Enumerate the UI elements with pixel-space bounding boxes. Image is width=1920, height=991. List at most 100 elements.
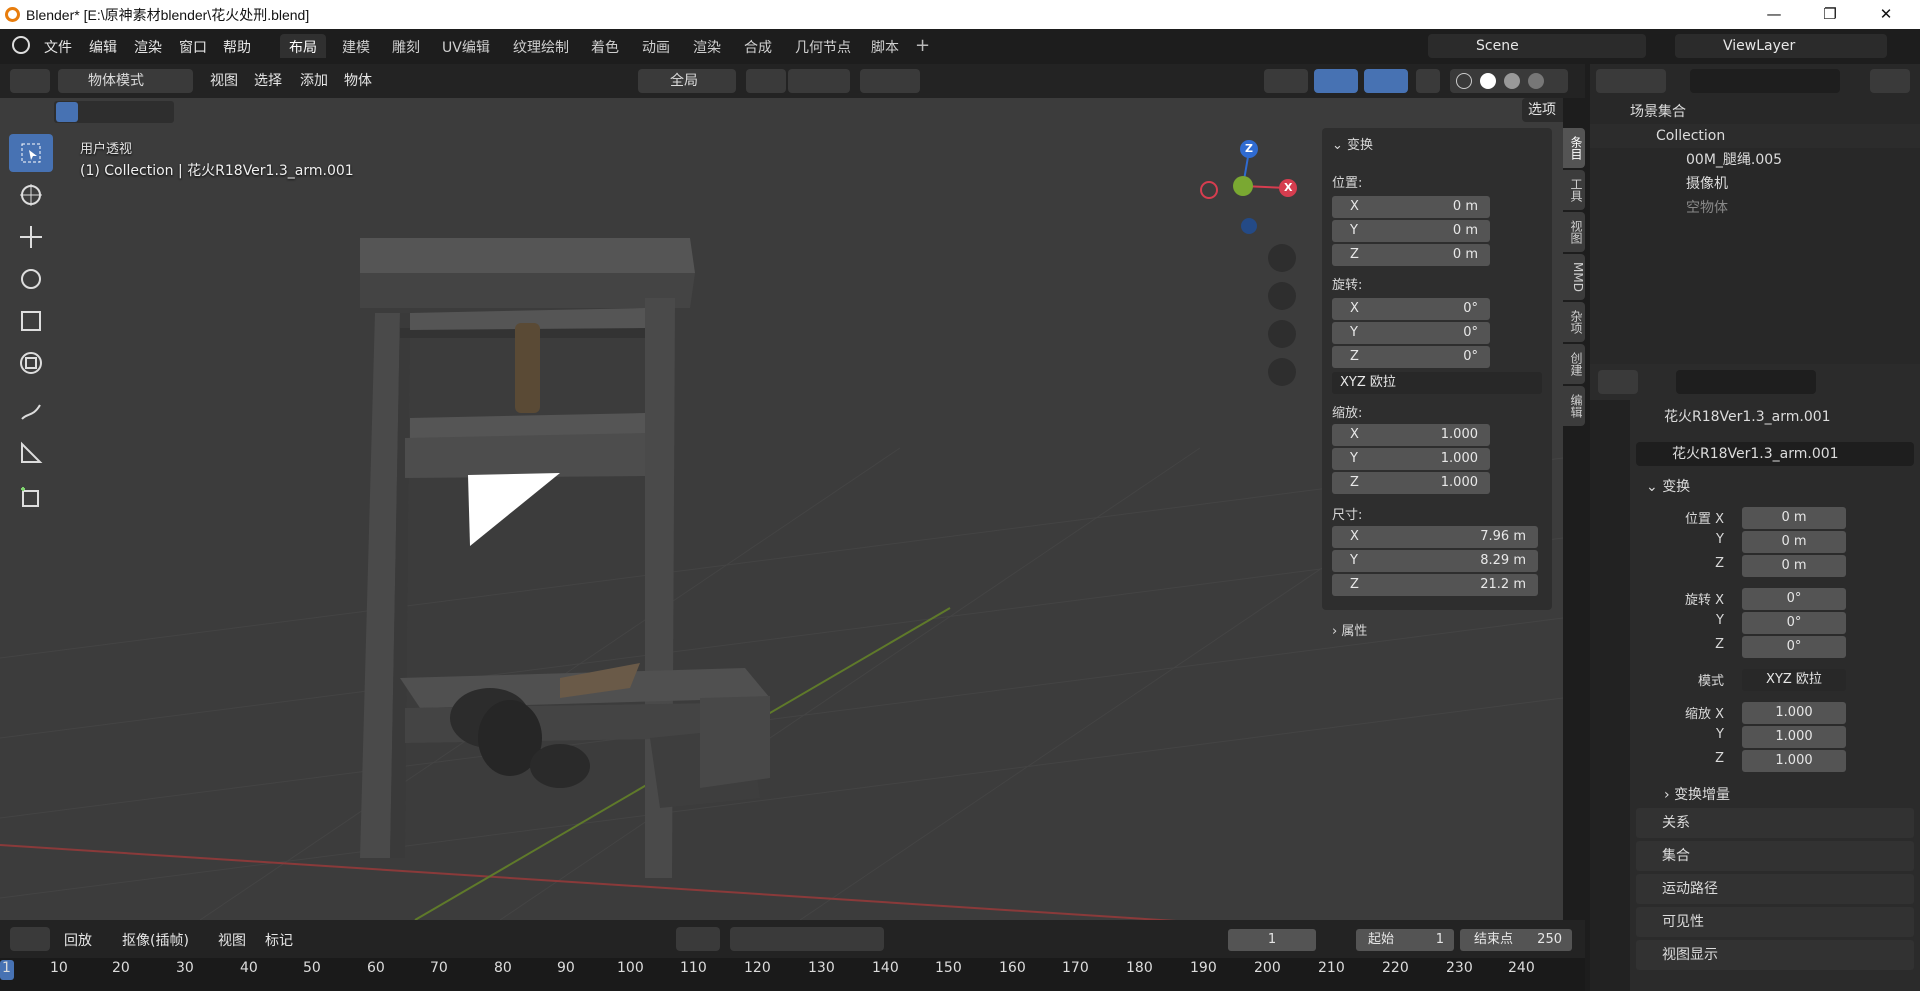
- tab-modeling[interactable]: 建模: [333, 34, 379, 58]
- tab-texture-paint[interactable]: 纹理绘制: [504, 34, 578, 58]
- tab-misc[interactable]: 杂项: [1563, 301, 1585, 342]
- camera-view-icon[interactable]: [1268, 320, 1296, 348]
- timeline-editor-button[interactable]: [10, 927, 50, 951]
- rotate-tool[interactable]: [9, 260, 53, 298]
- options-dropdown[interactable]: 选项: [1522, 98, 1563, 122]
- rotation-mode-dropdown[interactable]: XYZ 欧拉: [1332, 372, 1542, 394]
- menu-edit[interactable]: 编辑: [89, 37, 117, 57]
- viewlayer-selector[interactable]: ViewLayer: [1675, 34, 1887, 58]
- start-frame-field[interactable]: 起始 1: [1356, 929, 1454, 951]
- prop-location-x-field[interactable]: 0 m: [1742, 507, 1846, 529]
- transform-section-header[interactable]: ⌄ 变换: [1646, 476, 1690, 496]
- select-box-tool[interactable]: [9, 134, 53, 172]
- tab-scripting[interactable]: 脚本: [862, 34, 908, 58]
- scale-z-field[interactable]: Z 1.000: [1332, 472, 1490, 494]
- blender-menu-icon[interactable]: [12, 36, 30, 54]
- collection-row[interactable]: Collection: [1590, 124, 1920, 148]
- delta-transform-header[interactable]: › 变换增量: [1664, 784, 1730, 804]
- tab-uv-editing[interactable]: UV编辑: [433, 34, 499, 58]
- outliner-editor-button[interactable]: [1596, 69, 1666, 93]
- menu-add[interactable]: 添加: [300, 70, 328, 90]
- dimensions-z-field[interactable]: Z 21.2 m: [1332, 574, 1538, 596]
- timeline-view-menu[interactable]: 视图: [218, 930, 246, 950]
- rendered-shading-icon[interactable]: [1528, 73, 1544, 89]
- tab-tool[interactable]: 工具: [1563, 170, 1585, 210]
- solid-shading-icon[interactable]: [1480, 73, 1496, 89]
- transform-orientation-dropdown[interactable]: 全局: [638, 69, 736, 93]
- tab-layout[interactable]: 布局: [280, 34, 326, 58]
- section-collections[interactable]: 集合: [1636, 841, 1914, 871]
- marker-menu[interactable]: 标记: [265, 930, 293, 950]
- auto-keying-button[interactable]: [676, 927, 720, 951]
- location-z-field[interactable]: Z0 m: [1332, 244, 1490, 266]
- outliner-filter-button[interactable]: [1870, 69, 1910, 93]
- dimensions-y-field[interactable]: Y 8.29 m: [1332, 550, 1538, 572]
- rotation-z-field[interactable]: Z 0°: [1332, 346, 1490, 368]
- close-button[interactable]: ✕: [1858, 0, 1914, 29]
- prop-rotation-x-field[interactable]: 0°: [1742, 588, 1846, 610]
- tab-geometry-nodes[interactable]: 几何节点: [786, 34, 860, 58]
- overlay-toggle-button[interactable]: [1364, 69, 1408, 93]
- proportional-edit-button[interactable]: [860, 69, 920, 93]
- scene-selector[interactable]: Scene: [1428, 34, 1646, 58]
- wireframe-shading-icon[interactable]: [1456, 73, 1472, 89]
- playback-menu[interactable]: 回放: [64, 930, 92, 950]
- tab-animation[interactable]: 动画: [633, 34, 679, 58]
- select-mode-buttons[interactable]: [54, 101, 174, 123]
- current-frame-field[interactable]: 1: [1228, 929, 1316, 951]
- tab-shading[interactable]: 着色: [582, 34, 628, 58]
- prop-location-z-field[interactable]: 0 m: [1742, 555, 1846, 577]
- prop-scale-z-field[interactable]: 1.000: [1742, 750, 1846, 772]
- material-shading-icon[interactable]: [1504, 73, 1520, 89]
- minimize-button[interactable]: —: [1746, 0, 1802, 29]
- location-x-field[interactable]: X0 m: [1332, 196, 1490, 218]
- menu-help[interactable]: 帮助: [223, 37, 251, 57]
- snap-button[interactable]: [788, 69, 850, 93]
- menu-object[interactable]: 物体: [344, 70, 372, 90]
- add-cube-tool[interactable]: [9, 478, 53, 516]
- properties-editor-button[interactable]: [1598, 370, 1638, 394]
- menu-window[interactable]: 窗口: [179, 37, 207, 57]
- scale-y-field[interactable]: Y 1.000: [1332, 448, 1490, 470]
- maximize-button[interactable]: ❐: [1802, 0, 1858, 29]
- outliner-search-input[interactable]: [1690, 69, 1840, 93]
- scale-tool[interactable]: [9, 302, 53, 340]
- outliner-item-leg-rope[interactable]: 00M_腿绳.005: [1590, 148, 1920, 172]
- properties-search-input[interactable]: [1676, 370, 1816, 394]
- tab-create[interactable]: 创建: [1563, 343, 1585, 384]
- section-relations[interactable]: 关系: [1636, 808, 1914, 838]
- rotation-y-field[interactable]: Y 0°: [1332, 322, 1490, 344]
- section-viewport-display[interactable]: 视图显示: [1636, 940, 1914, 970]
- menu-select[interactable]: 选择: [254, 70, 282, 90]
- timeline-ruler[interactable]: [0, 958, 1585, 991]
- dimensions-x-field[interactable]: X 7.96 m: [1332, 526, 1538, 548]
- object-name-field[interactable]: 花火R18Ver1.3_arm.001: [1636, 442, 1914, 466]
- scale-x-field[interactable]: X 1.000: [1332, 424, 1490, 446]
- scene-collection-row[interactable]: 场景集合: [1590, 100, 1920, 124]
- cursor-tool[interactable]: [9, 176, 53, 214]
- prop-scale-x-field[interactable]: 1.000: [1742, 702, 1846, 724]
- location-y-field[interactable]: Y0 m: [1332, 220, 1490, 242]
- tab-compositing[interactable]: 合成: [735, 34, 781, 58]
- transform-panel-header[interactable]: ⌄ 变换: [1332, 134, 1373, 153]
- visibility-button[interactable]: [1264, 69, 1308, 93]
- tab-edit[interactable]: 编辑: [1563, 385, 1585, 426]
- zoom-icon[interactable]: [1268, 244, 1296, 272]
- menu-render[interactable]: 渲染: [134, 37, 162, 57]
- tab-rendering[interactable]: 渲染: [684, 34, 730, 58]
- tab-mmd[interactable]: MMD: [1563, 254, 1585, 300]
- keying-menu[interactable]: 抠像(插帧): [122, 930, 189, 950]
- prop-rotation-y-field[interactable]: 0°: [1742, 612, 1846, 634]
- xray-button[interactable]: [1416, 69, 1440, 93]
- section-visibility[interactable]: 可见性: [1636, 907, 1914, 937]
- pan-hand-icon[interactable]: [1268, 282, 1296, 310]
- editor-type-button[interactable]: [10, 69, 50, 93]
- prop-scale-y-field[interactable]: 1.000: [1742, 726, 1846, 748]
- select-new-icon[interactable]: [56, 102, 78, 122]
- tab-sculpting[interactable]: 雕刻: [383, 34, 429, 58]
- navigation-gizmo[interactable]: Z X: [1200, 138, 1300, 238]
- transform-tool[interactable]: [9, 344, 53, 382]
- pivot-button[interactable]: [746, 69, 786, 93]
- rotation-x-field[interactable]: X 0°: [1332, 298, 1490, 320]
- annotate-tool[interactable]: [9, 392, 53, 430]
